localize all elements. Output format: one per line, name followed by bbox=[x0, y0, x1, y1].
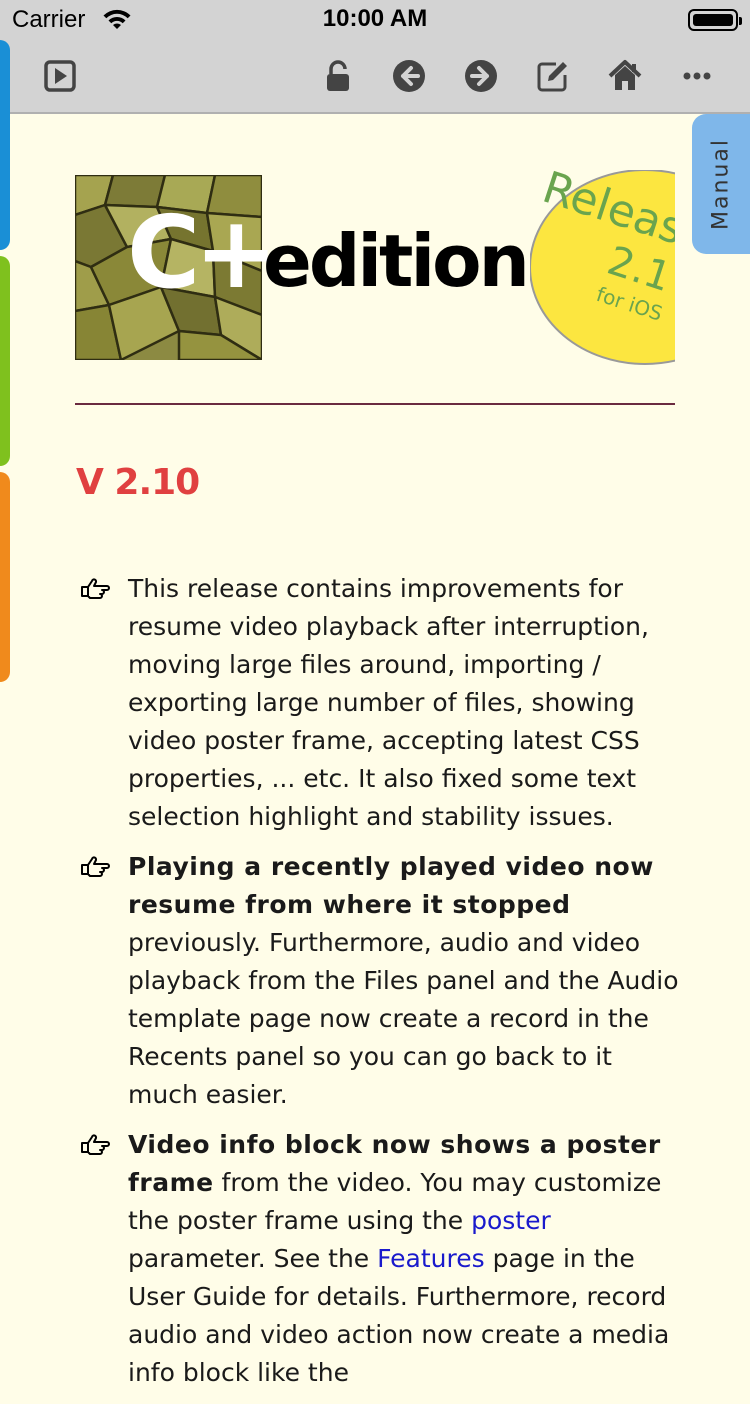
home-icon[interactable] bbox=[605, 56, 645, 96]
features-link[interactable]: Features bbox=[377, 1244, 485, 1273]
more-icon[interactable] bbox=[677, 56, 717, 96]
side-tab-orange[interactable] bbox=[0, 472, 10, 682]
release-notes-list: This release contains improvements for r… bbox=[80, 570, 680, 1404]
edit-icon[interactable] bbox=[533, 56, 573, 96]
status-bar: Carrier 10:00 AM bbox=[0, 0, 750, 40]
item-text: previously. Furthermore, audio and video… bbox=[128, 928, 679, 1109]
pointing-hand-icon bbox=[81, 578, 110, 599]
forward-arrow-icon[interactable] bbox=[461, 56, 501, 96]
manual-tab-label: Manual bbox=[708, 138, 734, 230]
pointing-hand-icon bbox=[81, 1134, 110, 1155]
release-badge: Releas 2.1 for iOS bbox=[530, 170, 675, 365]
item-text: parameter. See the bbox=[128, 1244, 378, 1273]
item-text: This release contains improvements for r… bbox=[128, 574, 649, 831]
item-bold-text: Playing a recently played video now resu… bbox=[128, 852, 654, 919]
side-tab-blue[interactable] bbox=[0, 40, 10, 250]
pointing-hand-icon bbox=[81, 856, 110, 877]
divider bbox=[75, 403, 675, 405]
back-arrow-icon[interactable] bbox=[389, 56, 429, 96]
list-item: Video info block now shows a poster fram… bbox=[80, 1126, 680, 1392]
logo-c-plus: C+ bbox=[127, 194, 278, 311]
manual-tab[interactable]: Manual bbox=[692, 114, 750, 254]
video-play-icon[interactable] bbox=[40, 56, 80, 96]
list-item: This release contains improvements for r… bbox=[80, 570, 680, 836]
toolbar bbox=[0, 40, 750, 114]
clock: 10:00 AM bbox=[322, 5, 428, 32]
banner: C+ edition Releas 2.1 for iOS bbox=[75, 170, 675, 365]
side-tab-green[interactable] bbox=[0, 256, 10, 466]
version-heading: V 2.10 bbox=[76, 462, 200, 503]
list-item: Playing a recently played video now resu… bbox=[80, 848, 680, 1114]
logo-edition-word: edition bbox=[263, 219, 530, 303]
poster-link[interactable]: poster bbox=[471, 1206, 551, 1235]
unlock-icon[interactable] bbox=[318, 56, 358, 96]
battery-icon bbox=[688, 9, 742, 31]
